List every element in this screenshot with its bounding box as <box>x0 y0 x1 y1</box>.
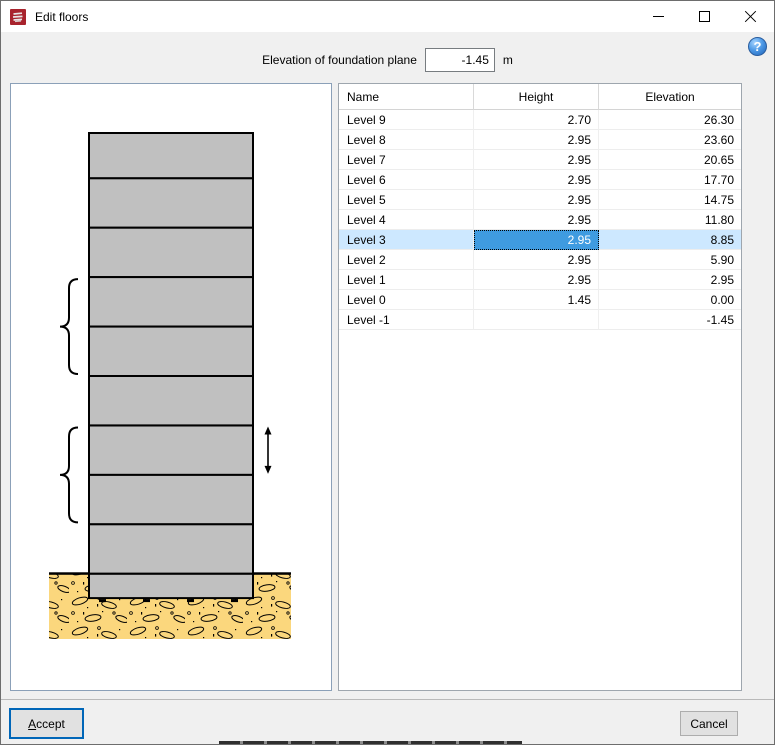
cell-name[interactable]: Level 5 <box>339 190 474 210</box>
cell-height[interactable]: 2.95 <box>474 190 599 210</box>
cell-height[interactable]: 2.70 <box>474 110 599 130</box>
cell-elevation[interactable]: 8.85 <box>599 230 741 250</box>
foundation-elevation-label: Elevation of foundation plane <box>262 53 417 67</box>
cell-name[interactable]: Level 4 <box>339 210 474 230</box>
edit-floors-dialog: Edit floors ? Elevation of foundation pl… <box>0 0 775 745</box>
cell-name[interactable]: Level 1 <box>339 270 474 290</box>
table-row: Level 8 2.95 23.60 <box>339 130 741 150</box>
table-row: Level 0 1.45 0.00 <box>339 290 741 310</box>
floors-table: Name Height Elevation Level 9 2.70 26.30 Leve… <box>338 83 742 691</box>
table-row: Level 1 2.95 2.95 <box>339 270 741 290</box>
cell-elevation[interactable]: 0.00 <box>599 290 741 310</box>
maximize-icon[interactable] <box>682 1 728 32</box>
floors-table-header: Name Height Elevation <box>339 84 741 110</box>
cell-elevation[interactable]: 14.75 <box>599 190 741 210</box>
cell-elevation[interactable]: 2.95 <box>599 270 741 290</box>
table-row: Level 5 2.95 14.75 <box>339 190 741 210</box>
building-elevation-diagram <box>49 132 291 639</box>
cell-name[interactable]: Level 2 <box>339 250 474 270</box>
footer-separator <box>1 699 774 700</box>
table-row: Level 2 2.95 5.90 <box>339 250 741 270</box>
cell-height[interactable]: 2.95 <box>474 130 599 150</box>
minimize-icon[interactable] <box>636 1 682 32</box>
building-preview-panel <box>10 83 332 691</box>
app-icon <box>10 8 26 25</box>
cell-height[interactable]: 2.95 <box>474 230 599 250</box>
cell-name[interactable]: Level 7 <box>339 150 474 170</box>
cancel-button[interactable]: Cancel <box>680 711 738 736</box>
foundation-elevation-input[interactable] <box>424 48 495 72</box>
cell-elevation[interactable]: -1.45 <box>599 310 741 330</box>
cell-elevation[interactable]: 17.70 <box>599 170 741 190</box>
cell-height[interactable] <box>474 310 599 330</box>
cell-height[interactable]: 2.95 <box>474 170 599 190</box>
caption-buttons <box>636 1 774 32</box>
table-row: Level 9 2.70 26.30 <box>339 110 741 130</box>
column-header-name: Name <box>339 84 474 110</box>
cell-height[interactable]: 2.95 <box>474 250 599 270</box>
cell-height[interactable]: 2.95 <box>474 270 599 290</box>
table-row: Level 7 2.95 20.65 <box>339 150 741 170</box>
table-row: Level -1 -1.45 <box>339 310 741 330</box>
cell-height[interactable]: 1.45 <box>474 290 599 310</box>
cell-name[interactable]: Level 9 <box>339 110 474 130</box>
cell-name[interactable]: Level 8 <box>339 130 474 150</box>
cell-height[interactable]: 2.95 <box>474 150 599 170</box>
accept-button[interactable]: Accept <box>9 708 84 739</box>
cell-elevation[interactable]: 11.80 <box>599 210 741 230</box>
cell-name[interactable]: Level 3 <box>339 230 474 250</box>
cell-name[interactable]: Level 0 <box>339 290 474 310</box>
table-row: Level 6 2.95 17.70 <box>339 170 741 190</box>
table-row: Level 3 2.95 8.85 <box>339 230 741 250</box>
background-taskbar-strip <box>219 741 522 744</box>
titlebar: Edit floors <box>1 1 774 32</box>
cell-name[interactable]: Level -1 <box>339 310 474 330</box>
table-row: Level 4 2.95 11.80 <box>339 210 741 230</box>
floors-table-body: Level 9 2.70 26.30 Level 8 2.95 23.60 Level 72… <box>339 110 741 330</box>
close-icon[interactable] <box>728 1 774 32</box>
cell-name[interactable]: Level 6 <box>339 170 474 190</box>
cell-elevation[interactable]: 23.60 <box>599 130 741 150</box>
window-title: Edit floors <box>35 9 89 24</box>
cell-elevation[interactable]: 5.90 <box>599 250 741 270</box>
cell-height[interactable]: 2.95 <box>474 210 599 230</box>
column-header-elevation: Elevation <box>599 84 741 110</box>
cell-elevation[interactable]: 26.30 <box>599 110 741 130</box>
cell-elevation[interactable]: 20.65 <box>599 150 741 170</box>
foundation-elevation-row: Elevation of foundation plane m <box>1 48 774 72</box>
column-header-height: Height <box>474 84 599 110</box>
foundation-elevation-unit: m <box>502 53 513 67</box>
